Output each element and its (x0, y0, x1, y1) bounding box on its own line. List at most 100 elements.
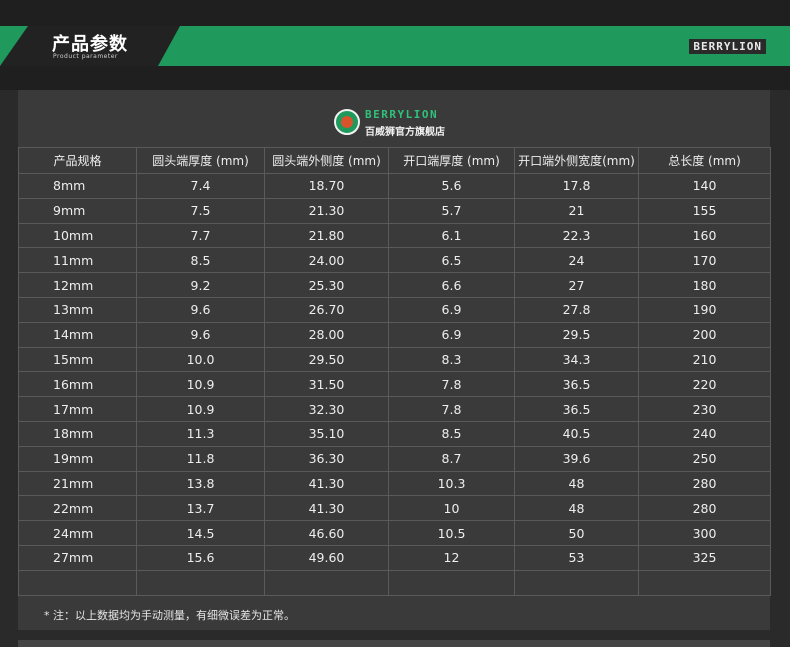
table-row-empty (18, 569, 771, 596)
table-cell: 27mm (18, 544, 137, 571)
table-cell: 280 (638, 470, 771, 497)
header-round-thickness: 圆头端厚度 (mm) (136, 147, 265, 174)
table-cell: 13.8 (136, 470, 265, 497)
table-cell: 9mm (18, 197, 137, 224)
table-cell: 36.5 (514, 396, 639, 422)
table-cell: 26.70 (264, 296, 389, 323)
table-cell (18, 569, 137, 596)
table-row: 9mm 7.5 21.30 5.7 21 155 (18, 197, 771, 224)
table-cell: 9.2 (136, 272, 265, 298)
table-row: 18mm 11.3 35.10 8.5 40.5 240 (18, 420, 771, 447)
table-cell: 32.30 (264, 396, 389, 422)
table-cell: 24 (514, 247, 639, 274)
table-cell: 35.10 (264, 420, 389, 447)
table-cell: 7.7 (136, 222, 265, 249)
table-cell: 7.8 (388, 371, 515, 398)
table-cell: 41.30 (264, 470, 389, 497)
table-row: 19mm 11.8 36.30 8.7 39.6 250 (18, 445, 771, 472)
table-cell (388, 569, 515, 596)
table-cell: 24mm (18, 520, 137, 546)
section-banner: 产品参数 Product parameter BERRYLION (0, 26, 790, 66)
table-cell: 8.7 (388, 445, 515, 472)
table-cell: 300 (638, 520, 771, 546)
table-cell: 11.3 (136, 420, 265, 447)
table-cell: 17.8 (514, 173, 639, 199)
table-cell: 11mm (18, 247, 137, 274)
table-row: 27mm 15.6 49.60 12 53 325 (18, 544, 771, 571)
table-cell: 12mm (18, 272, 137, 298)
table-cell: 48 (514, 495, 639, 522)
table-cell: 13mm (18, 296, 137, 323)
table-row: 22mm 13.7 41.30 10 48 280 (18, 495, 771, 522)
spec-table: 产品规格 圆头端厚度 (mm) 圆头端外侧度 (mm) 开口端厚度 (mm) 开… (18, 147, 771, 596)
table-cell: 5.7 (388, 197, 515, 224)
table-cell: 140 (638, 173, 771, 199)
spec-panel: BERRYLION 百威狮官方旗舰店 产品规格 圆头端厚度 (mm) 圆头端外侧… (18, 90, 771, 630)
table-cell: 10.0 (136, 346, 265, 373)
table-cell: 19mm (18, 445, 137, 472)
banner-title-block: 产品参数 Product parameter (0, 26, 180, 66)
table-cell: 22mm (18, 495, 137, 522)
table-cell: 15.6 (136, 544, 265, 571)
bottom-divider (18, 640, 770, 647)
table-row: 16mm 10.9 31.50 7.8 36.5 220 (18, 371, 771, 398)
banner-accent-triangle (0, 26, 28, 66)
table-row: 17mm 10.9 32.30 7.8 36.5 230 (18, 396, 771, 422)
table-cell (638, 569, 771, 596)
table-cell: 36.5 (514, 371, 639, 398)
table-cell: 27 (514, 272, 639, 298)
table-cell: 250 (638, 445, 771, 472)
table-cell (136, 569, 265, 596)
table-cell: 10.5 (388, 520, 515, 546)
table-cell: 13.7 (136, 495, 265, 522)
table-cell: 9.6 (136, 321, 265, 348)
table-cell: 10mm (18, 222, 137, 249)
table-cell: 190 (638, 296, 771, 323)
table-cell: 6.6 (388, 272, 515, 298)
measurement-note: * 注：以上数据均为手动测量，有细微误差为正常。 (44, 609, 295, 622)
table-row: 13mm 9.6 26.70 6.9 27.8 190 (18, 296, 771, 323)
table-cell: 10.9 (136, 371, 265, 398)
table-cell: 16mm (18, 371, 137, 398)
table-cell: 6.1 (388, 222, 515, 249)
table-cell: 6.9 (388, 296, 515, 323)
table-cell: 8.3 (388, 346, 515, 373)
spec-table-body: 8mm 7.4 18.70 5.6 17.8 140 9mm 7.5 21.30 5.7 21 155… (18, 173, 771, 596)
table-cell: 5.6 (388, 173, 515, 199)
table-cell (514, 569, 639, 596)
table-cell: 240 (638, 420, 771, 447)
table-cell: 230 (638, 396, 771, 422)
table-cell: 10 (388, 495, 515, 522)
table-cell: 21 (514, 197, 639, 224)
table-cell: 21mm (18, 470, 137, 497)
table-cell: 280 (638, 495, 771, 522)
table-cell: 22.3 (514, 222, 639, 249)
table-cell (264, 569, 389, 596)
table-row: 14mm 9.6 28.00 6.9 29.5 200 (18, 321, 771, 348)
table-row: 15mm 10.0 29.50 8.3 34.3 210 (18, 346, 771, 373)
table-header-row: 产品规格 圆头端厚度 (mm) 圆头端外侧度 (mm) 开口端厚度 (mm) 开… (18, 147, 771, 174)
table-cell: 8.5 (136, 247, 265, 274)
table-cell: 39.6 (514, 445, 639, 472)
table-cell: 8mm (18, 173, 137, 199)
header-open-thickness: 开口端厚度 (mm) (388, 147, 515, 174)
table-cell: 29.5 (514, 321, 639, 348)
table-row: 21mm 13.8 41.30 10.3 48 280 (18, 470, 771, 497)
lion-face-icon (341, 116, 353, 128)
table-cell: 180 (638, 272, 771, 298)
section-subtitle: Product parameter (53, 53, 118, 60)
table-cell: 160 (638, 222, 771, 249)
table-cell: 10.9 (136, 396, 265, 422)
table-cell: 7.4 (136, 173, 265, 199)
header-spec: 产品规格 (18, 147, 137, 174)
table-cell: 9.6 (136, 296, 265, 323)
table-cell: 15mm (18, 346, 137, 373)
table-cell: 325 (638, 544, 771, 571)
brand-logo: BERRYLION 百威狮官方旗舰店 (334, 108, 474, 138)
table-cell: 21.80 (264, 222, 389, 249)
table-cell: 200 (638, 321, 771, 348)
table-cell: 49.60 (264, 544, 389, 571)
table-cell: 8.5 (388, 420, 515, 447)
table-cell: 170 (638, 247, 771, 274)
table-cell: 7.5 (136, 197, 265, 224)
